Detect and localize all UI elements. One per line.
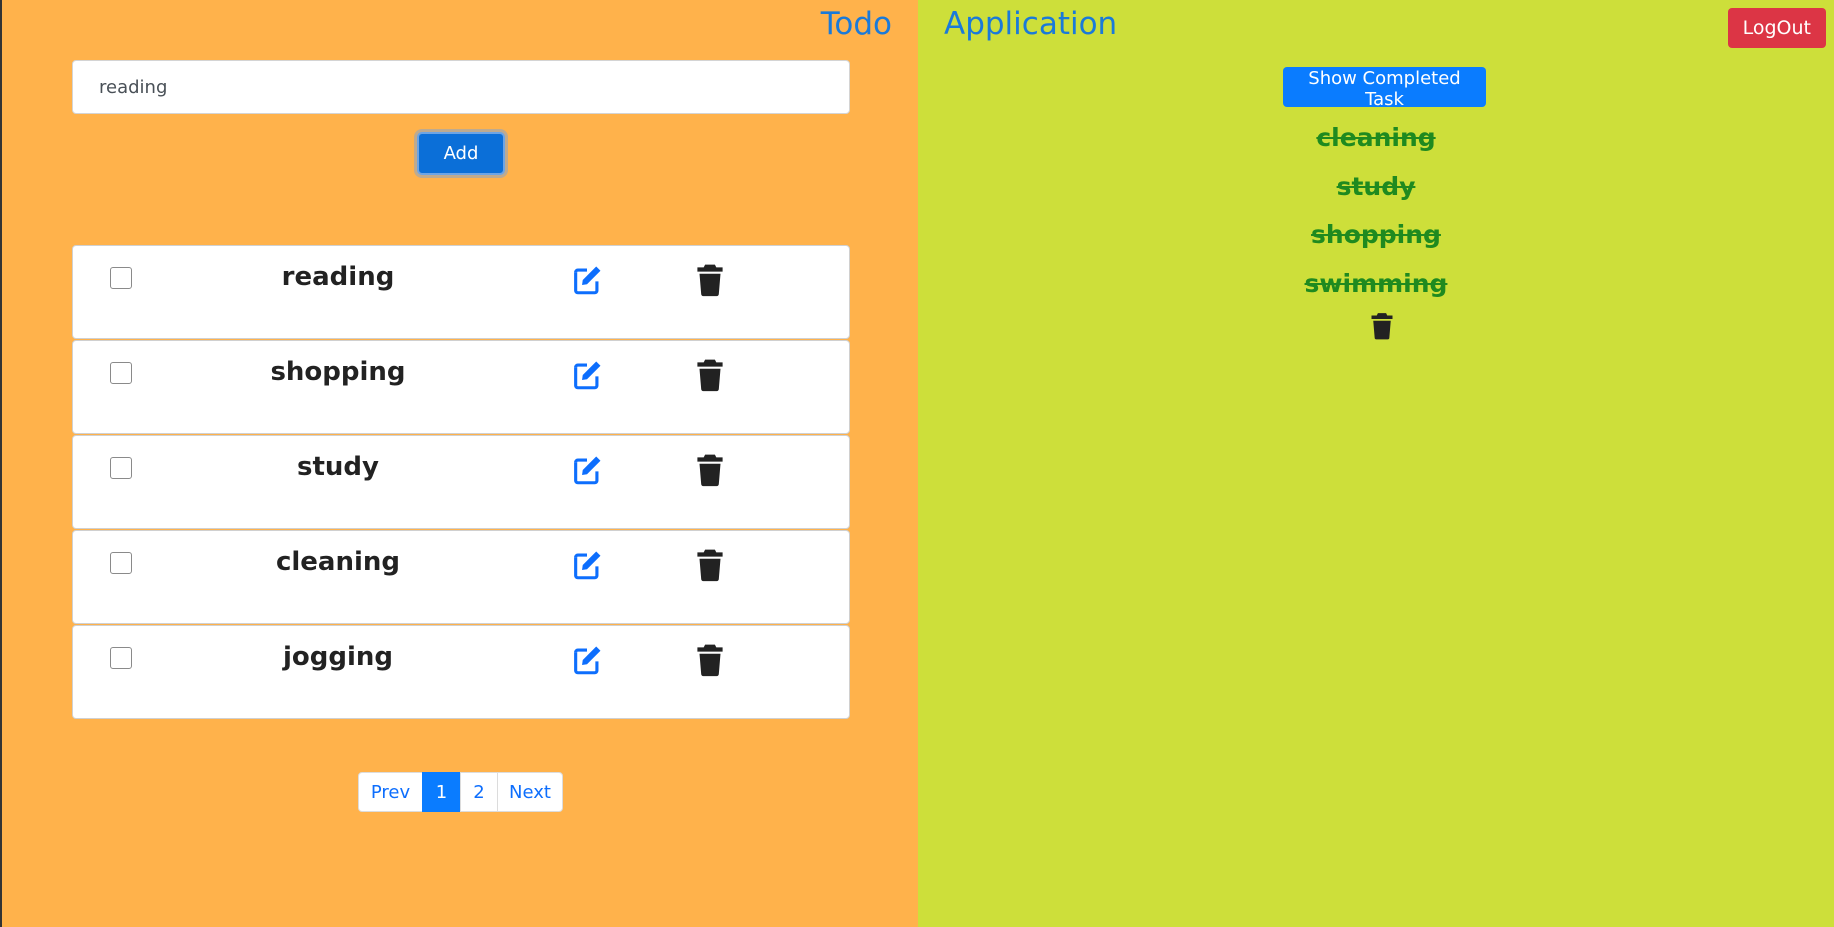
trash-icon[interactable] bbox=[696, 358, 724, 392]
task-label: study bbox=[297, 452, 379, 482]
pagination-page-2[interactable]: 2 bbox=[460, 772, 498, 812]
edit-icon[interactable] bbox=[570, 358, 604, 392]
task-row: jogging bbox=[72, 625, 850, 719]
edit-icon[interactable] bbox=[570, 548, 604, 582]
edit-icon[interactable] bbox=[570, 453, 604, 487]
completed-item: swimming bbox=[1304, 268, 1448, 298]
trash-icon[interactable] bbox=[696, 548, 724, 582]
completed-panel: Application LogOut Show Completed Task c… bbox=[918, 0, 1834, 927]
edit-icon[interactable] bbox=[570, 643, 604, 677]
add-button[interactable]: Add bbox=[417, 132, 505, 175]
trash-icon[interactable] bbox=[696, 453, 724, 487]
edit-icon[interactable] bbox=[570, 263, 604, 297]
task-checkbox[interactable] bbox=[110, 552, 132, 574]
completed-item: shopping bbox=[1311, 220, 1441, 249]
task-checkbox[interactable] bbox=[110, 647, 132, 669]
task-label: jogging bbox=[282, 642, 394, 672]
trash-icon[interactable] bbox=[1370, 312, 1394, 340]
pagination-next[interactable]: Next bbox=[497, 772, 563, 812]
completed-list: cleaning study shopping swimming bbox=[918, 114, 1834, 308]
pagination-page-1[interactable]: 1 bbox=[422, 772, 461, 812]
task-row: reading bbox=[72, 245, 850, 339]
show-completed-button[interactable]: Show Completed Task bbox=[1283, 67, 1486, 110]
logout-button[interactable]: LogOut bbox=[1727, 8, 1826, 48]
task-row: study bbox=[72, 435, 850, 529]
app-title-todo: Todo bbox=[820, 6, 892, 42]
task-row: cleaning bbox=[72, 530, 850, 624]
task-checkbox[interactable] bbox=[110, 362, 132, 384]
task-checkbox[interactable] bbox=[110, 457, 132, 479]
task-checkbox[interactable] bbox=[110, 267, 132, 289]
trash-icon[interactable] bbox=[696, 263, 724, 297]
completed-item: cleaning bbox=[1316, 123, 1436, 152]
trash-icon[interactable] bbox=[696, 643, 724, 677]
app-title-application: Application bbox=[944, 6, 1118, 42]
task-list: reading shopping study cleaning jogging bbox=[72, 245, 850, 720]
todo-panel: Todo Add reading shopping study cleaning bbox=[0, 0, 918, 927]
completed-item: study bbox=[1336, 171, 1416, 201]
pagination: Prev 1 2 Next bbox=[358, 772, 563, 812]
task-label: cleaning bbox=[275, 547, 401, 577]
pagination-prev[interactable]: Prev bbox=[358, 772, 423, 812]
task-row: shopping bbox=[72, 340, 850, 434]
task-label: shopping bbox=[270, 357, 406, 387]
task-label: reading bbox=[281, 262, 395, 292]
task-input[interactable] bbox=[72, 60, 850, 114]
